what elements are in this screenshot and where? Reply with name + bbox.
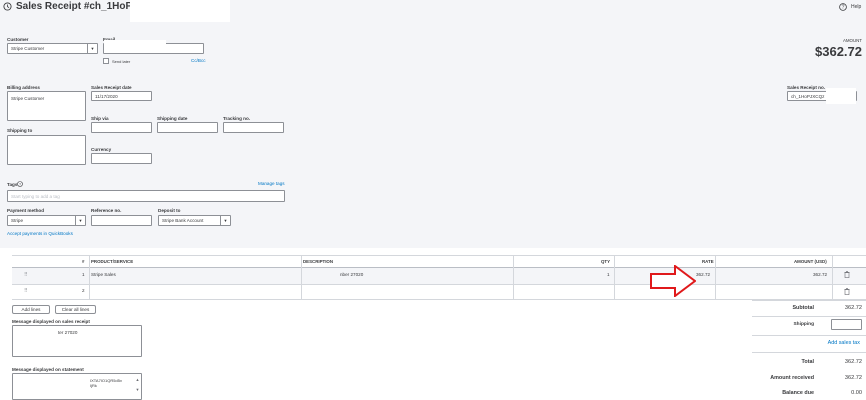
amount-received-value: 362.72 [844, 375, 862, 381]
col-header-product: PRODUCT/SERVICE [91, 259, 134, 264]
arrow-right-icon [650, 264, 697, 298]
shipping-date-field[interactable] [157, 122, 218, 133]
svg-text:?: ? [19, 182, 21, 186]
drag-handle-icon[interactable]: ⠿ [24, 288, 28, 294]
amount-value: $362.72 [815, 44, 862, 59]
billing-address-label: Billing address [7, 85, 40, 90]
trash-icon[interactable] [844, 288, 850, 295]
redaction [130, 0, 230, 22]
sales-receipt-date-field[interactable]: 11/17/2020 [91, 91, 152, 101]
table-col-divider [513, 255, 514, 299]
shipping-label: Shipping [793, 322, 814, 327]
currency-label: Currency [91, 147, 112, 152]
history-icon[interactable] [3, 2, 12, 11]
tracking-no-label: Tracking no. [223, 116, 251, 121]
col-header-qty: QTY [601, 259, 611, 264]
customer-select[interactable]: Stripe Customer ▼ [7, 43, 98, 54]
table-row-border [12, 284, 866, 285]
currency-field[interactable] [91, 153, 152, 164]
message-statement-label: Message displayed on statement [12, 367, 84, 372]
total-label: Total [801, 359, 814, 365]
chevron-down-icon[interactable]: ▼ [75, 216, 85, 225]
totals-divider [752, 316, 866, 317]
table-col-divider [832, 255, 833, 299]
add-lines-button[interactable]: Add lines [12, 305, 50, 314]
row-1-product[interactable]: Stripe Sales [91, 272, 116, 277]
table-row-border [12, 299, 866, 300]
scrollbar[interactable]: ▲ ▼ [135, 375, 140, 399]
reference-no-label: Reference no. [91, 208, 122, 213]
clear-all-lines-button[interactable]: Clear all lines [55, 305, 96, 314]
row-1-qty[interactable]: 1 [607, 272, 610, 277]
table-col-divider [301, 255, 302, 299]
table-top-border [12, 255, 866, 256]
redaction [826, 88, 856, 104]
ship-via-field[interactable] [91, 122, 152, 133]
subtotal-value: 362.72 [844, 305, 862, 311]
manage-tags-link[interactable]: Manage tags [258, 181, 285, 186]
totals-divider [752, 300, 866, 301]
table-col-divider [715, 255, 716, 299]
deposit-to-select[interactable]: Stripe Bank Account ▼ [158, 215, 231, 226]
ship-via-label: Ship via [91, 116, 109, 121]
col-header-rate: RATE [702, 259, 714, 264]
drag-handle-icon[interactable]: ⠿ [24, 272, 28, 278]
accept-payments-link[interactable]: Accept payments in QuickBooks [7, 231, 73, 236]
shipping-date-label: Shipping date [157, 116, 188, 121]
redaction [104, 40, 166, 52]
page-title: Sales Receipt #ch_1HoPJX [16, 1, 145, 12]
row-1-rate[interactable]: 362.72 [696, 272, 710, 277]
add-sales-tax-link[interactable]: Add sales tax [828, 340, 860, 346]
deposit-to-label: Deposit to [158, 208, 181, 213]
table-col-divider [89, 255, 90, 299]
totals-divider [752, 335, 866, 336]
svg-text:?: ? [842, 5, 845, 11]
row-1-description[interactable]: nber 27020 [340, 272, 363, 277]
trash-icon[interactable] [844, 271, 850, 278]
total-value: 362.72 [844, 359, 862, 365]
send-later-label: Send later [112, 59, 131, 64]
chevron-down-icon[interactable]: ▼ [87, 44, 97, 53]
customer-value: Stripe Customer [11, 46, 45, 51]
row-1-num: 1 [82, 272, 85, 277]
tags-label: Tags [7, 182, 18, 187]
col-header-description: DESCRIPTION [303, 259, 334, 264]
shipping-to-field[interactable] [7, 135, 86, 165]
tags-input[interactable]: Start typing to add a tag [7, 190, 285, 202]
amount-label: AMOUNT [842, 38, 862, 43]
help-icon[interactable]: ? [839, 3, 847, 11]
row-2-num: 2 [82, 288, 85, 293]
message-statement-field[interactable]: IXTA7IO1QR5d5v IjRk [12, 373, 142, 400]
info-icon[interactable]: ? [17, 181, 23, 187]
sales-receipt-no-label: Sales Receipt no. [787, 85, 826, 90]
message-receipt-label: Message displayed on sales receipt [12, 319, 90, 324]
chevron-down-icon[interactable]: ▼ [220, 216, 230, 225]
tracking-no-field[interactable] [223, 122, 284, 133]
row-1-amount[interactable]: 362.72 [813, 272, 827, 277]
shipping-input[interactable] [831, 319, 862, 330]
sales-receipt-date-label: Sales Receipt date [91, 85, 132, 90]
amount-received-label: Amount received [770, 375, 814, 381]
message-receipt-field[interactable]: ter 27020 [12, 325, 142, 357]
customer-label: Customer [7, 37, 29, 42]
balance-due-value: 0.00 [851, 390, 862, 396]
col-header-amount: AMOUNT (USD) [794, 259, 827, 264]
reference-no-field[interactable] [91, 215, 152, 226]
help-link[interactable]: Help [851, 4, 861, 10]
table-col-divider [614, 255, 615, 299]
payment-method-label: Payment method [7, 208, 45, 213]
col-header-num: # [82, 259, 85, 264]
payment-method-select[interactable]: Stripe ▼ [7, 215, 86, 226]
shipping-to-label: Shipping to [7, 128, 33, 133]
totals-divider [752, 352, 866, 353]
balance-due-label: Balance due [782, 390, 814, 396]
cc-bcc-link[interactable]: Cc/Bcc [191, 58, 206, 63]
send-later-checkbox[interactable] [103, 58, 109, 64]
billing-address-field[interactable]: Stripe Customer [7, 91, 86, 121]
subtotal-label: Subtotal [792, 305, 814, 311]
table-row-highlight [12, 268, 866, 284]
